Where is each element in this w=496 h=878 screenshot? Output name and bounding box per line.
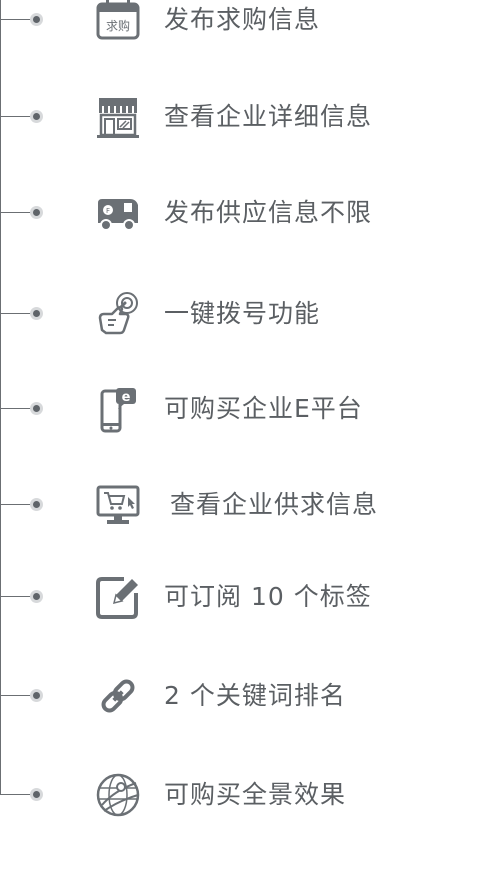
timeline-node xyxy=(30,590,43,603)
storefront-icon xyxy=(94,93,142,141)
tap-phone-icon xyxy=(94,290,142,338)
feature-item-supply-demand[interactable]: 查看企业供求信息 xyxy=(0,481,496,529)
feature-item-subscribe-tags[interactable]: 可订阅 10 个标签 xyxy=(0,573,496,621)
feature-item-e-platform[interactable]: e 可购买企业E平台 xyxy=(0,385,496,433)
feature-label: 查看企业详细信息 xyxy=(164,102,373,131)
connector-line xyxy=(0,212,31,213)
connector-line xyxy=(0,596,31,597)
feature-label: 可购买全景效果 xyxy=(164,780,347,809)
timeline-node xyxy=(30,498,43,511)
link-chain-icon xyxy=(94,672,142,720)
connector-line xyxy=(0,794,31,795)
connector-line xyxy=(0,504,31,505)
connector-line xyxy=(0,313,31,314)
feature-label: 发布求购信息 xyxy=(164,5,321,34)
feature-item-one-click-dial[interactable]: 一键拨号功能 xyxy=(0,290,496,338)
svg-text:求购: 求购 xyxy=(106,18,130,33)
timeline-node xyxy=(30,788,43,801)
feature-label: 发布供应信息不限 xyxy=(164,198,373,227)
feature-item-company-details[interactable]: 查看企业详细信息 xyxy=(0,93,496,141)
feature-label: 查看企业供求信息 xyxy=(170,490,379,519)
purchase-calendar-icon: 求购 xyxy=(94,0,142,44)
feature-item-keyword-ranking[interactable]: 2 个关键词排名 xyxy=(0,672,496,720)
feature-item-purchase[interactable]: 求购 发布求购信息 xyxy=(0,0,496,44)
timeline-node xyxy=(30,13,43,26)
svg-text:F: F xyxy=(106,207,110,215)
timeline-node xyxy=(30,110,43,123)
edit-note-icon xyxy=(94,573,142,621)
timeline-node xyxy=(30,689,43,702)
feature-item-panorama[interactable]: 可购买全景效果 xyxy=(0,771,496,819)
connector-line xyxy=(0,19,31,20)
svg-text:e: e xyxy=(122,390,131,405)
timeline-node xyxy=(30,307,43,320)
feature-label: 一键拨号功能 xyxy=(164,299,321,328)
feature-label: 可订阅 10 个标签 xyxy=(164,582,372,611)
feature-label: 可购买企业E平台 xyxy=(164,394,363,423)
connector-line xyxy=(0,116,31,117)
delivery-truck-icon: F xyxy=(94,189,142,237)
connector-line xyxy=(0,408,31,409)
mobile-e-icon: e xyxy=(94,385,142,433)
timeline-node xyxy=(30,402,43,415)
globe-panorama-icon xyxy=(94,771,142,819)
connector-line xyxy=(0,695,31,696)
feature-label: 2 个关键词排名 xyxy=(164,681,346,710)
feature-item-supply-info[interactable]: F 发布供应信息不限 xyxy=(0,189,496,237)
computer-cart-icon xyxy=(94,481,142,529)
timeline-node xyxy=(30,206,43,219)
